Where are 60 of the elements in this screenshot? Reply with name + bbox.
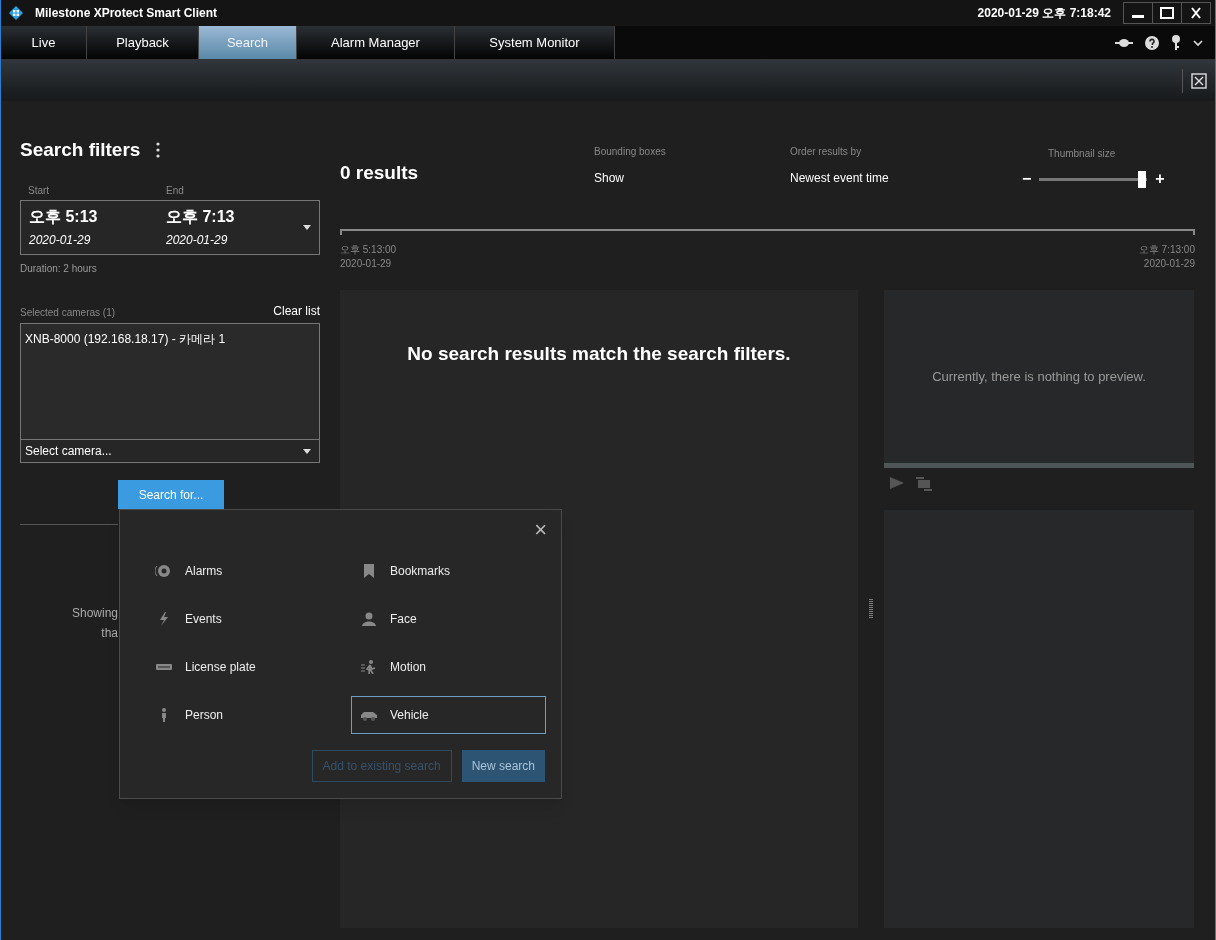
duration-text: Duration: 2 hours xyxy=(20,262,98,276)
camera-dropdown[interactable]: Select camera... xyxy=(20,440,320,463)
new-search-button[interactable]: New search xyxy=(461,750,545,782)
splitter-handle-icon[interactable] xyxy=(869,599,873,619)
tab[interactable]: Playback xyxy=(87,26,199,59)
option-dropdown[interactable]: Newest event time xyxy=(790,169,889,187)
search-type-option[interactable]: Face xyxy=(351,600,546,638)
time-text: 오후 7:13 xyxy=(166,206,236,227)
window-title: Milestone XProtect Smart Client xyxy=(35,5,218,22)
dropdown-caret-icon xyxy=(303,225,311,230)
field-label: Start xyxy=(28,184,51,198)
time-text: 오후 5:13 xyxy=(29,206,99,227)
clock-text: 2020-01-29 오후 7:18:42 xyxy=(977,5,1111,22)
option-dropdown[interactable]: Show xyxy=(594,169,625,187)
running-person-icon xyxy=(360,660,378,674)
app-logo-icon xyxy=(9,6,23,20)
tab[interactable]: System Monitor xyxy=(455,26,615,59)
slider-thumb[interactable] xyxy=(1137,170,1146,188)
option-label: Bounding boxes xyxy=(594,145,667,159)
field-label: Selected cameras (1) xyxy=(20,306,116,320)
search-type-option[interactable]: Events xyxy=(146,600,341,638)
time-range-picker[interactable]: 오후 5:13 2020-01-29 오후 7:13 2020-01-29 xyxy=(20,200,320,255)
timeline-label: 오후 7:13:00 xyxy=(1138,243,1195,257)
timeline-label: 2020-01-29 xyxy=(1143,257,1195,271)
date-text: 2020-01-29 xyxy=(166,231,229,249)
person-icon xyxy=(161,708,167,722)
zoom-out-button[interactable]: − xyxy=(1022,171,1032,187)
fullscreen-icon[interactable] xyxy=(1191,72,1207,89)
date-text: 2020-01-29 xyxy=(29,231,92,249)
hint-text: Showing xyxy=(71,605,118,622)
panel-title: Search filters xyxy=(20,137,141,162)
search-type-option[interactable]: Alarms xyxy=(146,552,341,590)
face-icon xyxy=(360,612,378,626)
search-type-option[interactable]: Motion xyxy=(351,648,546,686)
close-button[interactable]: × xyxy=(534,518,547,542)
search-type-option[interactable]: Bookmarks xyxy=(351,552,546,590)
key-icon[interactable] xyxy=(1171,34,1181,51)
option-label: Order results by xyxy=(790,145,863,159)
clear-list-link[interactable]: Clear list xyxy=(273,302,320,320)
search-type-option[interactable]: License plate xyxy=(146,648,341,686)
tab[interactable]: Alarm Manager xyxy=(297,26,455,59)
zoom-in-button[interactable]: + xyxy=(1155,171,1165,187)
search-type-option[interactable]: Person xyxy=(146,696,341,734)
field-label: End xyxy=(166,184,184,198)
preview-message: Currently, there is nothing to preview. xyxy=(932,367,1146,386)
timeline-label: 오후 5:13:00 xyxy=(340,243,397,257)
option-label: Thumbnail size xyxy=(1048,147,1117,161)
tab[interactable]: Live xyxy=(1,26,87,59)
alarm-icon xyxy=(155,564,173,578)
chevron-down-icon[interactable] xyxy=(1193,38,1203,47)
results-count: 0 results xyxy=(340,160,420,185)
hint-text: tha xyxy=(101,625,118,642)
timeline-label: 2020-01-29 xyxy=(340,257,393,271)
empty-results-message: No search results match the search filters. xyxy=(407,342,791,366)
search-type-option[interactable]: Vehicle xyxy=(351,696,546,734)
dropdown-caret-icon xyxy=(303,448,311,454)
camera-list-item[interactable]: XNB-8000 (192.168.18.17) - 카메라 1 xyxy=(25,330,319,348)
help-icon[interactable] xyxy=(1145,35,1159,50)
connection-icon[interactable] xyxy=(1115,37,1133,48)
more-options-icon[interactable] xyxy=(156,142,161,158)
